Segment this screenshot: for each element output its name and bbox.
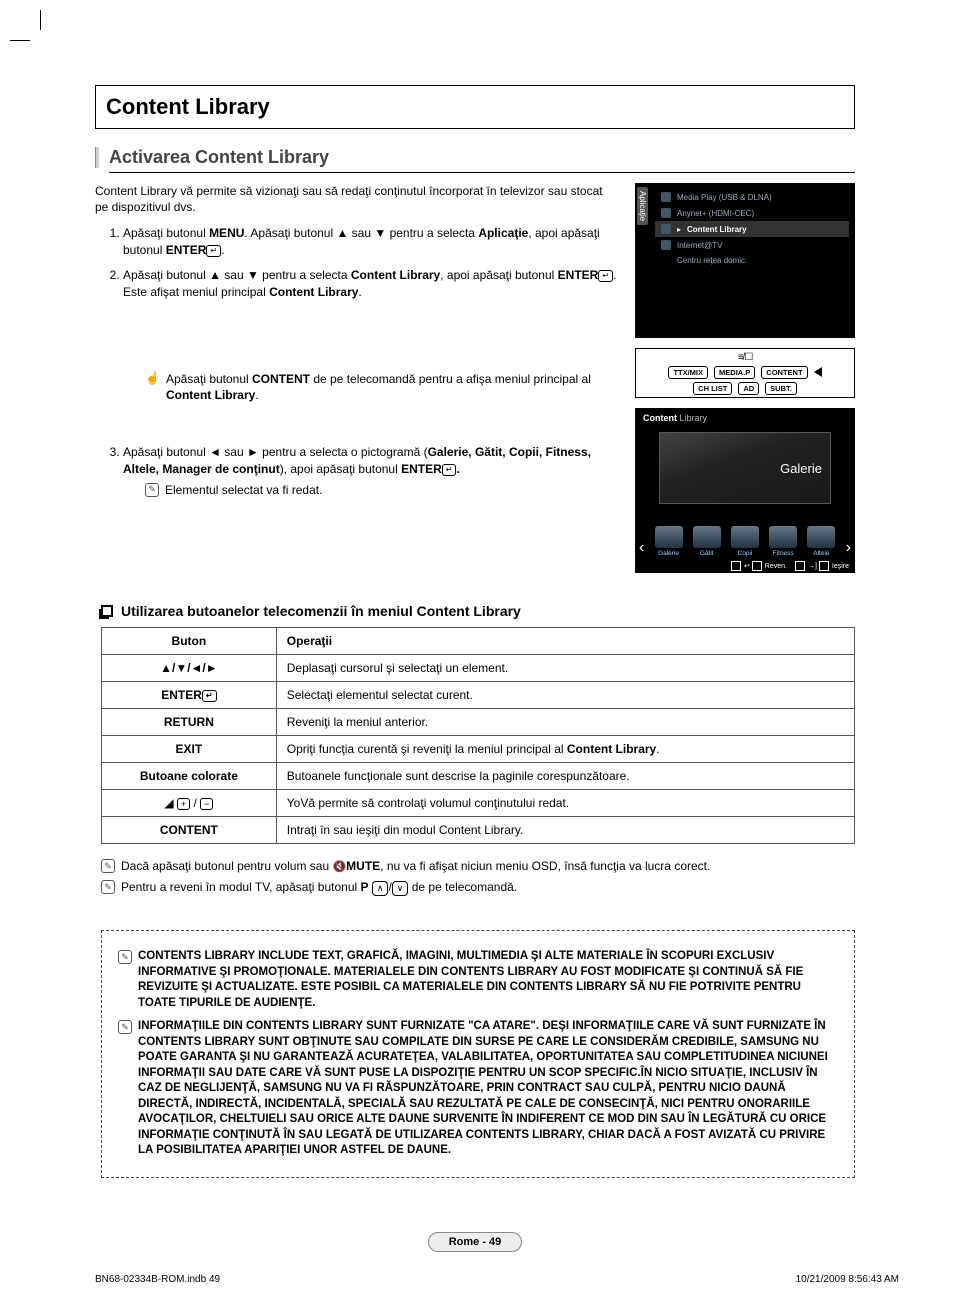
disclaimer-1: CONTENTS LIBRARY INCLUDE TEXT, GRAFICĂ, …	[138, 949, 838, 1011]
remote-subt-button: SUBT.	[765, 382, 797, 395]
page-title: Content Library	[95, 85, 855, 129]
disclaimer-2: INFORMAŢIILE DIN CONTENTS LIBRARY SUNT F…	[138, 1019, 838, 1159]
footer-left: BN68-02334B-ROM.indb 49	[95, 1274, 220, 1285]
cl-category: Copii	[731, 526, 759, 557]
p-down-icon: ∨	[392, 881, 409, 896]
cl-category: Galerie	[655, 526, 683, 557]
hand-icon: ☝	[145, 372, 160, 384]
teletext-icon: ≡/☐	[738, 352, 753, 363]
remote-diagram: ≡/☐ TTX/MIX MEDIA.P CONTENT CH LIST AD S…	[635, 348, 855, 398]
tv-menu-item: Anynet+ (HDMI-CEC)	[655, 205, 849, 221]
page-number: Rome - 49	[95, 1236, 855, 1248]
enter-icon: ↵	[202, 690, 217, 702]
tv-menu-item-selected: ▸ Content Library	[655, 221, 849, 237]
note-icon: ✎	[101, 859, 115, 873]
enter-icon: ↵	[206, 245, 221, 257]
heading-rule	[109, 172, 855, 173]
chevron-left-icon: ‹	[639, 539, 644, 557]
remote-ttx-button: TTX/MIX	[668, 366, 708, 379]
remote-ad-button: AD	[738, 382, 759, 395]
vertical-tab: Aplicaţie	[637, 187, 648, 225]
tv-menu-item: Centru reţea domic.	[655, 253, 849, 268]
intro-text: Content Library vă permite să vizionaţi …	[95, 183, 619, 215]
note-icon: ✎	[118, 1020, 132, 1034]
cl-category: Fitness	[769, 526, 797, 557]
note-icon: ✎	[145, 483, 159, 497]
note-mute: Dacă apăsaţi butonul pentru volum sau 🔇M…	[121, 858, 710, 875]
heading-accent	[95, 147, 99, 168]
step-3: Apăsaţi butonul ◄ sau ► pentru a selecta…	[123, 444, 619, 498]
square-bullet-icon	[101, 605, 113, 617]
remote-buttons-table: ButonOperaţii ▲/▼/◄/►Deplasaţi cursorul …	[101, 627, 855, 844]
triangle-left-icon	[814, 367, 822, 377]
remote-chlist-button: CH LIST	[693, 382, 732, 395]
cl-category: Altele	[807, 526, 835, 557]
enter-icon: ↵	[598, 270, 613, 282]
section-heading: Activarea Content Library	[109, 147, 329, 168]
step-2: Apăsaţi butonul ▲ sau ▼ pentru a selecta…	[123, 267, 619, 404]
remote-content-button: CONTENT	[761, 366, 807, 379]
chevron-right-icon: ›	[846, 539, 851, 557]
note-icon: ✎	[101, 880, 115, 894]
p-up-icon: ∧	[372, 881, 389, 896]
cl-return-hint: ↩ Reven.	[731, 561, 787, 571]
mute-icon: 🔇	[332, 861, 346, 873]
tv-menu-item: Internet@TV	[655, 237, 849, 253]
cl-preview: Galerie	[659, 432, 831, 504]
enter-icon: ↵	[442, 464, 457, 476]
tv-menu-item: Media Play (USB & DLNA)	[655, 189, 849, 205]
content-library-screenshot: Content Library Galerie ‹ Galerie Gătit …	[635, 408, 855, 573]
cl-exit-hint: →] Ieşire	[795, 561, 849, 571]
cl-category: Gătit	[693, 526, 721, 557]
note-tv: Pentru a reveni în modul TV, apăsaţi but…	[121, 879, 517, 896]
tv-menu-screenshot: Aplicaţie Media Play (USB & DLNA) Anynet…	[635, 183, 855, 338]
remote-mediap-button: MEDIA.P	[714, 366, 755, 379]
step-1: Apăsaţi butonul MENU. Apăsaţi butonul ▲ …	[123, 225, 619, 259]
footer-right: 10/21/2009 8:56:43 AM	[796, 1274, 899, 1285]
table-heading: Utilizarea butoanelor telecomenzii în me…	[121, 603, 521, 619]
volume-icon: ◢ + / −	[164, 796, 213, 810]
note-icon: ✎	[118, 950, 132, 964]
disclaimer-box: ✎ CONTENTS LIBRARY INCLUDE TEXT, GRAFICĂ…	[101, 930, 855, 1178]
